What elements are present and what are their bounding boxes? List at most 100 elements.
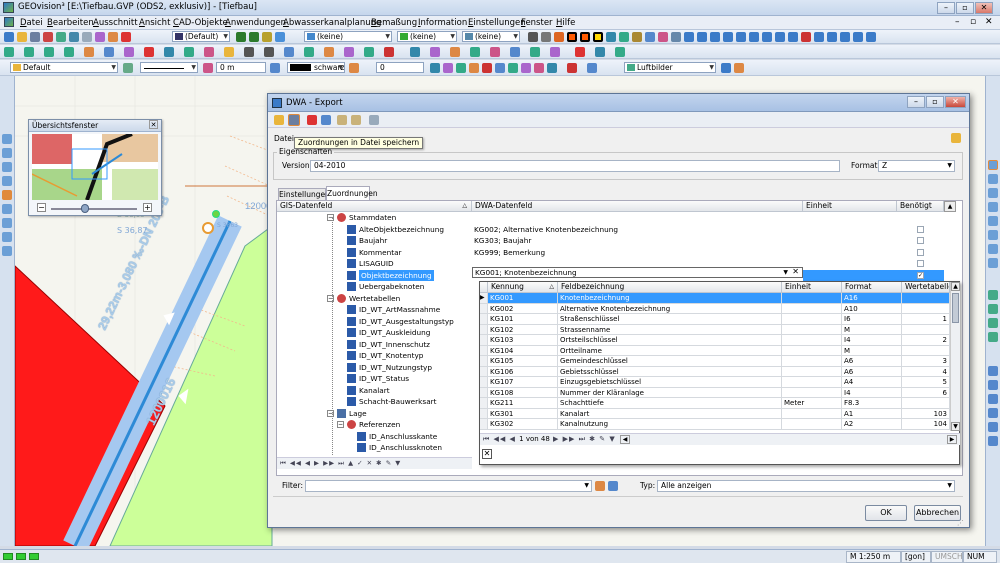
lookup-row[interactable]: KG002 Alternative Knotenbezeichnung A10 [480,303,950,314]
draw-offset-icon[interactable] [364,47,374,57]
line-width-icon[interactable] [203,63,213,73]
filter-input[interactable]: ▼ [305,480,592,492]
highlight-orange-icon[interactable] [567,32,577,42]
font4-icon[interactable] [723,32,733,42]
draw-poly-icon[interactable] [104,47,114,57]
tree-scroll-up-button[interactable]: ▲ [944,201,956,212]
prop-11-icon[interactable] [567,63,577,73]
draw-node-icon[interactable] [224,47,234,57]
side-tool-6-icon[interactable] [2,204,12,214]
grid-navigator[interactable]: ⏮ ◀◀ ◀ 1 von 48 ▶ ▶▶ ⏭ ✱ ✎ ▼ ◀ ▶ [480,433,960,445]
prop-8-icon[interactable] [521,63,531,73]
draw-arc-icon[interactable] [44,47,54,57]
zoom-all-icon[interactable] [988,202,998,212]
style-combo[interactable]: (Default) ▼ [172,31,230,42]
document-icon[interactable] [4,17,14,27]
symbol-icon[interactable] [236,32,246,42]
menu-datei[interactable]: Datei [20,18,43,28]
layer-combo[interactable]: Default ▼ [10,62,118,73]
symbol2-icon[interactable] [249,32,259,42]
menu-bemassung[interactable]: Bemaßung [371,18,417,28]
draw-trim-icon[interactable] [384,47,394,57]
tool-2-icon[interactable] [430,47,440,57]
zoom-window-icon[interactable] [988,160,998,170]
typ-select[interactable]: Alle anzeigen ▼ [657,480,955,492]
prop-9-icon[interactable] [534,63,544,73]
side-tool-1-icon[interactable] [2,134,12,144]
status-angle-unit[interactable]: [gon] [901,551,931,563]
tool-8-icon[interactable] [550,47,560,57]
menu-bearbeiten[interactable]: Bearbeiten [47,18,94,28]
draw-house-icon[interactable] [304,47,314,57]
menu-information[interactable]: Information [418,18,467,28]
tree-navigator[interactable]: ⏮ ◀◀ ◀ ▶ ▶▶ ⏭ ▲ ✓ ✕ ✱ ✎ ▼ [277,457,472,469]
link-icon[interactable] [658,32,668,42]
ok-button[interactable]: OK [865,505,907,521]
maximize-button[interactable]: ▫ [956,2,974,14]
side-tool-9-icon[interactable] [2,246,12,256]
version-input[interactable]: 04-2010 [310,160,840,172]
prop-5-icon[interactable] [482,63,492,73]
highlight-frame-icon[interactable] [580,32,590,42]
draw-line-icon[interactable] [4,47,14,57]
tool-9-icon[interactable] [575,47,585,57]
required-checkbox[interactable]: ✓ [917,271,924,279]
draw-symbol-icon[interactable] [124,47,134,57]
minimize-button[interactable]: – [937,2,955,14]
required-checkbox[interactable] [917,225,924,233]
font11-icon[interactable] [814,32,824,42]
lookup-row[interactable]: KG101 Straßenschlüssel I6 1 [480,314,950,325]
side-tool-2-icon[interactable] [2,148,12,158]
dialog-maximize-button[interactable]: ▫ [926,96,944,108]
snap-1-icon[interactable] [988,290,998,300]
font8-icon[interactable] [775,32,785,42]
side-tool-8-icon[interactable] [2,232,12,242]
lookup-row[interactable]: ▶ KG001 Knotenbezeichnung A16 [480,293,950,304]
aerial-2-icon[interactable] [734,63,744,73]
line-style-combo[interactable]: (keine) ▼ [397,31,457,42]
snap-6-icon[interactable] [988,380,998,390]
required-checkbox[interactable] [917,248,924,256]
grid-col-einheit[interactable]: Einheit [782,282,842,293]
prop-1-icon[interactable] [430,63,440,73]
dialog-close-button[interactable]: ✕ [945,96,966,108]
font-icon[interactable] [684,32,694,42]
draw-polyline-icon[interactable] [24,47,34,57]
expand-toggle-icon[interactable]: − [337,421,344,428]
overview-zoom-in-button[interactable]: + [143,203,152,212]
highlight-yellow-icon[interactable] [593,32,603,42]
color-combo[interactable]: schwarz ▼ [287,62,345,73]
zoom-prev-icon[interactable] [988,216,998,226]
lookup-row[interactable]: KG107 Einzugsgebietschlüssel A4 5 [480,377,950,388]
dialog-minimize-button[interactable]: – [907,96,925,108]
hatch-combo[interactable]: (keine) ▼ [462,31,520,42]
mdi-restore-button[interactable]: ▫ [970,17,976,27]
lookup-row[interactable]: KG106 Gebietsschlüssel A6 4 [480,366,950,377]
color-settings-icon[interactable] [349,63,359,73]
save-icon[interactable] [30,32,40,42]
lookup-row[interactable]: KG102 Strassenname M [480,324,950,335]
lookup-row[interactable]: KG301 Kanalart A1 103 [480,408,950,419]
overview-close-button[interactable]: ✕ [149,120,158,129]
col-dwa-datenfeld[interactable]: DWA-Datenfeld [472,201,803,212]
browse-folder-icon[interactable] [951,133,961,143]
side-tool-3-icon[interactable] [2,162,12,172]
refresh-icon[interactable] [988,258,998,268]
filter-clear-icon[interactable] [608,481,618,491]
snap-9-icon[interactable] [988,422,998,432]
tree-row[interactable]: AlteObjektbezeichnung KG002; Alternative … [277,224,956,236]
grid-icon[interactable] [606,32,616,42]
required-checkbox[interactable] [917,260,924,267]
grid-col-format[interactable]: Format [842,282,902,293]
number-input[interactable]: 0 [376,62,424,73]
edit-icon[interactable] [108,32,118,42]
mdi-minimize-button[interactable]: – [955,17,960,27]
record-icon[interactable] [121,32,131,42]
preview-icon[interactable] [369,115,379,125]
aerial-combo[interactable]: Luftbilder ▼ [624,62,716,73]
overview-zoom-track[interactable] [51,208,137,210]
cancel-button[interactable]: Abbrechen [914,505,961,521]
menu-hilfe[interactable]: Hilfe [556,18,575,28]
tab-zuordnungen[interactable]: Zuordnungen [326,186,378,200]
draw-circle-icon[interactable] [64,47,74,57]
